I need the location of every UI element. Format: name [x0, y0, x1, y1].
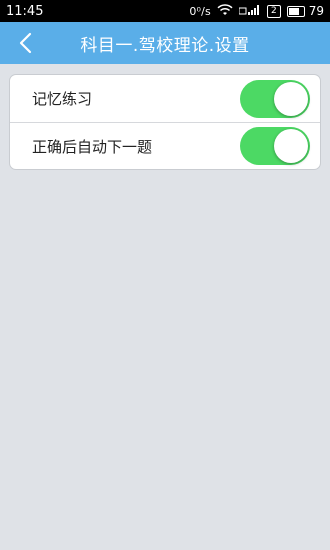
settings-list: 记忆练习 正确后自动下一题	[9, 74, 321, 170]
battery-level: 79	[308, 4, 324, 18]
setting-label-auto-next: 正确后自动下一题	[32, 137, 153, 156]
nav-bar: 科目一.驾校理论.设置	[0, 22, 330, 64]
battery-fill	[288, 7, 300, 15]
setting-label-memory-practice: 记忆练习	[32, 90, 93, 108]
signal-icon	[238, 4, 261, 19]
wifi-icon	[217, 3, 233, 19]
network-speed: 0⁰/s	[189, 4, 211, 18]
battery-icon	[286, 5, 305, 17]
toggle-knob	[274, 81, 308, 116]
chevron-left-icon	[19, 32, 32, 54]
page-title: 科目一.驾校理论.设置	[80, 35, 250, 56]
status-bar: 11:45 0⁰/s 2 79	[0, 0, 330, 22]
auto-next-toggle[interactable]	[240, 127, 310, 165]
setting-row-auto-next: 正确后自动下一题	[10, 122, 320, 169]
battery-indicator: 79	[286, 4, 324, 18]
sim-slot-badge: 2	[266, 4, 281, 18]
setting-row-memory-practice: 记忆练习	[10, 75, 320, 122]
toggle-knob	[274, 129, 308, 163]
status-time: 11:45	[6, 3, 44, 19]
memory-practice-toggle[interactable]	[240, 79, 310, 118]
back-button[interactable]	[12, 30, 38, 56]
